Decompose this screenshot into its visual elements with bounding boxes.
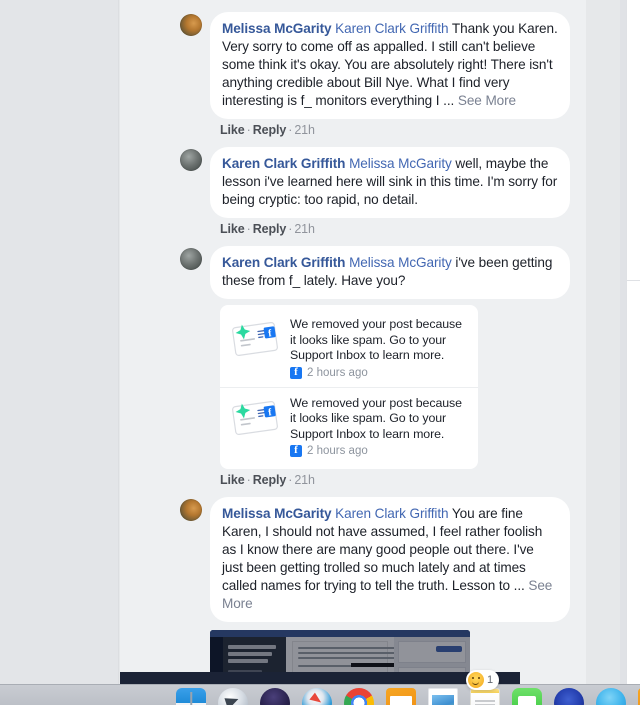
comment-item: Karen Clark Griffith Melissa McGarity i'…: [180, 246, 580, 487]
comment-author-link[interactable]: Karen Clark Griffith: [222, 156, 345, 171]
reaction-badge[interactable]: 1: [466, 670, 500, 690]
comment-author-link[interactable]: Melissa McGarity: [222, 21, 332, 36]
like-button[interactable]: Like: [220, 473, 245, 487]
action-separator: ·: [246, 123, 251, 137]
notification-card[interactable]: f We removed your post because it looks …: [220, 309, 478, 387]
dock-icon-facetime[interactable]: [596, 688, 626, 705]
dock-icon-pages[interactable]: [386, 688, 416, 705]
action-separator: ·: [246, 222, 251, 236]
comment-tagged-user-link[interactable]: Melissa McGarity: [349, 156, 452, 171]
comment-thread: Melissa McGarity Karen Clark Griffith Th…: [180, 12, 580, 705]
comment-timestamp[interactable]: 21h: [294, 473, 315, 487]
page-left-gutter: [0, 0, 119, 685]
comment-timestamp[interactable]: 21h: [294, 222, 315, 236]
notification-meta: 2 hours ago: [290, 444, 468, 457]
right-side-panel-lower: [631, 281, 640, 685]
comment-author-link[interactable]: Karen Clark Griffith: [222, 255, 345, 270]
reaction-count: 1: [487, 674, 494, 686]
reply-button[interactable]: Reply: [253, 473, 287, 487]
comment-bubble: Melissa McGarity Karen Clark Griffith Th…: [210, 12, 570, 119]
notification-text: We removed your post because it looks li…: [290, 317, 462, 362]
facebook-badge-icon: [290, 366, 302, 379]
dock-icon-notes[interactable]: [470, 688, 500, 705]
comment-tagged-user-link[interactable]: Melissa McGarity: [349, 255, 452, 270]
avatar[interactable]: [180, 149, 202, 171]
dock-icon-finder[interactable]: [176, 688, 206, 705]
comment-actions: Like · Reply · 21h: [220, 473, 580, 487]
envelope-sparkle-icon: f: [228, 317, 282, 361]
envelope-sparkle-icon: f: [228, 396, 282, 440]
facebook-badge-icon: [290, 444, 302, 457]
comment-bubble: Melissa McGarity Karen Clark Griffith Yo…: [210, 497, 570, 622]
comment-tagged-user-link[interactable]: Karen Clark Griffith: [335, 21, 448, 36]
comment-actions: Like · Reply · 21h: [220, 123, 580, 137]
dock-icon-launchpad[interactable]: [218, 688, 248, 705]
macos-dock: [0, 684, 640, 705]
avatar[interactable]: [180, 14, 202, 36]
comment-item: Karen Clark Griffith Melissa McGarity we…: [180, 147, 580, 236]
avatar[interactable]: [180, 248, 202, 270]
notification-timestamp: 2 hours ago: [307, 366, 368, 379]
dock-icon-maps[interactable]: [554, 688, 584, 705]
window-behind-dock: [120, 672, 520, 684]
right-side-panel-upper: [626, 0, 640, 281]
reply-button[interactable]: Reply: [253, 222, 287, 236]
notification-card[interactable]: f We removed your post because it looks …: [220, 386, 478, 466]
screen: Melissa McGarity Karen Clark Griffith Th…: [0, 0, 640, 705]
dock-icon-chrome[interactable]: [344, 688, 374, 705]
see-more-link[interactable]: See More: [458, 93, 516, 108]
like-button[interactable]: Like: [220, 222, 245, 236]
dock-icon-mission-control[interactable]: [260, 688, 290, 705]
dock-icon-photos[interactable]: [428, 688, 458, 705]
comment-bubble: Karen Clark Griffith Melissa McGarity we…: [210, 147, 570, 218]
action-separator: ·: [246, 473, 251, 487]
avatar[interactable]: [180, 499, 202, 521]
screenshot-facebook-topbar: [210, 630, 470, 637]
dock-icon-messages[interactable]: [512, 688, 542, 705]
comment-tagged-user-link[interactable]: Karen Clark Griffith: [335, 506, 448, 521]
comment-item: Melissa McGarity Karen Clark Griffith Th…: [180, 12, 580, 137]
reply-button[interactable]: Reply: [253, 123, 287, 137]
comment-actions: Like · Reply · 21h: [220, 222, 580, 236]
notification-text: We removed your post because it looks li…: [290, 395, 462, 441]
notification-meta: 2 hours ago: [290, 366, 468, 379]
notification-timestamp: 2 hours ago: [307, 445, 368, 457]
comment-bubble: Karen Clark Griffith Melissa McGarity i'…: [210, 246, 570, 299]
comment-timestamp[interactable]: 21h: [294, 123, 315, 137]
notification-attachment[interactable]: f We removed your post because it looks …: [220, 305, 478, 469]
comment-author-link[interactable]: Melissa McGarity: [222, 506, 332, 521]
like-button[interactable]: Like: [220, 123, 245, 137]
dock-icon-safari[interactable]: [302, 688, 332, 705]
smiley-face-emoji-icon: [468, 672, 484, 688]
